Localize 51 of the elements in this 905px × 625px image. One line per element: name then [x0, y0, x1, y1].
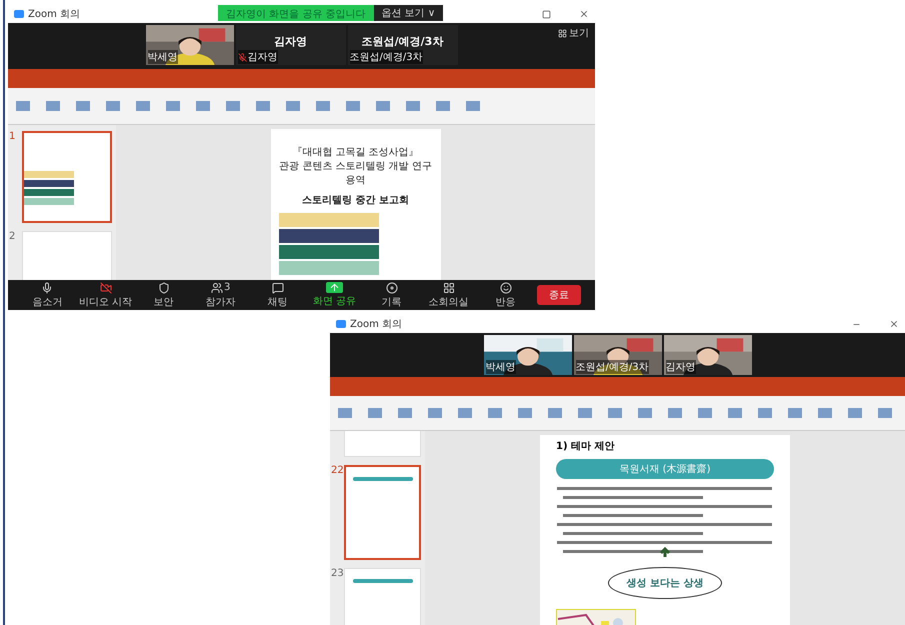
toolbar-button[interactable]: 화면 공유	[309, 282, 360, 308]
slide-thumbnail[interactable]	[22, 131, 112, 223]
smiley-icon	[500, 282, 512, 294]
close-icon[interactable]	[889, 319, 899, 329]
participant-name: 조원섭/예경/3차	[576, 360, 649, 374]
toolbar-button[interactable]: 음소거	[22, 282, 73, 308]
people-icon	[210, 282, 223, 294]
toolbar-button[interactable]: 비디오 시작	[78, 282, 132, 308]
microphone-icon	[41, 282, 54, 294]
grid-icon	[442, 282, 455, 294]
zoom-logo-icon	[14, 10, 24, 18]
window-title: Zoom 회의	[28, 8, 80, 21]
end-button[interactable]: 종료	[537, 285, 582, 305]
slide-number: 2	[9, 231, 16, 244]
zoom-logo-icon	[336, 320, 346, 328]
toolbar-button[interactable]: 소회의실	[423, 282, 474, 308]
toolbar-button[interactable]: 3 참가자	[195, 282, 246, 308]
participant-name: 조원섭/예경/3차	[350, 50, 423, 64]
toolbar-button[interactable]: 채팅	[252, 282, 304, 308]
color-stripes-drawing	[24, 171, 74, 206]
toolbar-button[interactable]: 보안	[138, 282, 190, 308]
window-title: Zoom 회의	[350, 318, 402, 331]
sharing-banner: 김자영이 화면을 공유 중입니다	[218, 5, 374, 21]
theme-banner: 목원서재 (木源書齋)	[556, 459, 774, 479]
slide-title: 『대대협 고목길 조성사업』	[292, 146, 419, 159]
slide-subtitle: 스토리텔링 중간 보고회	[302, 194, 409, 207]
slide-number: 23	[331, 568, 343, 581]
participant-name: 김자영	[666, 360, 696, 374]
record-icon	[386, 282, 398, 294]
callout-ellipse: 생성 보다는 상생	[608, 567, 722, 599]
slide-number: 1	[9, 131, 16, 144]
participant-display-name: 김자영	[274, 34, 307, 48]
grid-icon	[558, 28, 567, 38]
share-screen-icon	[326, 282, 344, 293]
toolbar-button[interactable]: 기록	[366, 282, 418, 308]
participant-display-name: 조원섭/예경/3차	[362, 34, 444, 48]
close-icon[interactable]	[579, 9, 589, 19]
participant-name: 박세영	[148, 50, 178, 64]
chat-icon	[272, 282, 284, 294]
shield-icon	[158, 282, 170, 294]
participant-name: 박세영	[486, 360, 516, 374]
options-button[interactable]: 옵션 보기 ∨	[374, 5, 444, 21]
toolbar-button[interactable]: 반응	[480, 282, 532, 308]
slide-heading: 1) 테마 제안	[556, 440, 614, 453]
maximize-icon[interactable]	[542, 10, 551, 18]
participant-name: 김자영	[238, 50, 278, 64]
slide-thumbnail[interactable]	[344, 465, 421, 560]
video-off-icon	[100, 282, 112, 294]
slide-title: 관광 콘텐츠 스토리텔링 개발 연구용역	[278, 160, 432, 187]
view-button[interactable]: 보기	[558, 26, 589, 40]
slide-number: 22	[331, 465, 343, 478]
